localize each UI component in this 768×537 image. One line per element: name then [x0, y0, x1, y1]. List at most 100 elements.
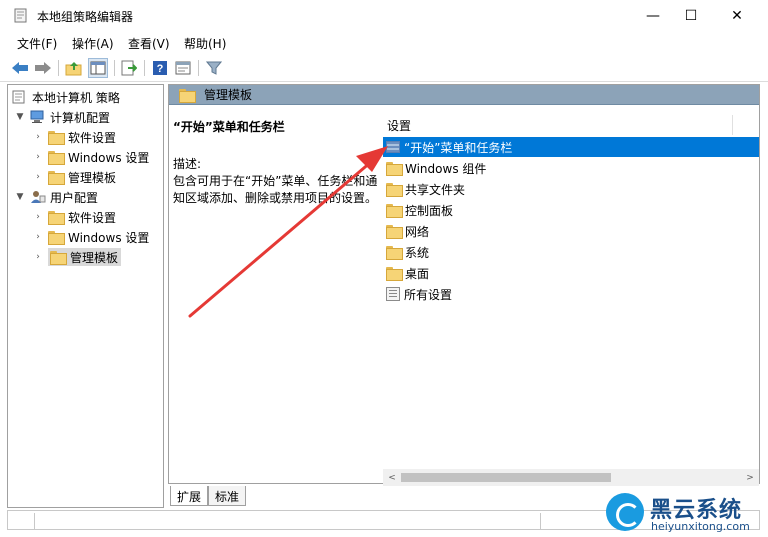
chevron-right-icon[interactable]: ›	[32, 171, 44, 183]
tree-item-uc-windows[interactable]: › Windows 设置	[32, 227, 149, 247]
tab-extended[interactable]: 扩展	[170, 486, 208, 506]
folder-icon	[386, 246, 403, 260]
user-icon	[31, 191, 46, 203]
scroll-left-icon[interactable]: <	[385, 471, 399, 484]
chevron-right-icon[interactable]: ›	[32, 131, 44, 143]
tree-item-label: 管理模板	[68, 170, 117, 185]
column-header-setting[interactable]: 设置	[381, 115, 751, 135]
back-arrow-icon[interactable]	[10, 58, 30, 78]
list-item-desktop[interactable]: 桌面	[383, 263, 759, 283]
tree-item-label: 本地计算机 策略	[32, 90, 120, 105]
list-item-label: 共享文件夹	[405, 182, 466, 197]
tree-selection-highlight: 管理模板	[48, 248, 122, 266]
toolbar-divider	[144, 60, 145, 76]
tree-item-user-config[interactable]: ▼ 用户配置	[14, 187, 98, 207]
toolbar-divider	[198, 60, 199, 76]
scrollbar-thumb[interactable]	[401, 473, 611, 482]
settings-page-icon	[386, 141, 400, 153]
toolbar: ?	[0, 54, 768, 82]
content-header-title: 管理模板	[204, 88, 253, 102]
list-item-shared-folders[interactable]: 共享文件夹	[383, 179, 759, 199]
chevron-right-icon[interactable]: ›	[32, 151, 44, 163]
description-title: “开始”菜单和任务栏	[173, 120, 285, 134]
list-item-label: Windows 组件	[405, 161, 487, 176]
description-pane: “开始”菜单和任务栏 描述: 包含可用于在“开始”菜单、任务栏和通知区域添加、删…	[173, 119, 378, 479]
list-item-system[interactable]: 系统	[383, 242, 759, 262]
folder-icon	[48, 151, 65, 165]
watermark-logo-icon	[606, 493, 644, 531]
forward-arrow-icon[interactable]	[33, 58, 53, 78]
maximize-button[interactable]: ☐	[668, 0, 714, 31]
list-item-control-panel[interactable]: 控制面板	[383, 200, 759, 220]
folder-icon	[386, 162, 403, 176]
status-divider	[34, 513, 35, 529]
window-title: 本地组策略编辑器	[37, 10, 134, 24]
chevron-right-icon[interactable]: ›	[32, 251, 44, 263]
tree-item-label: 软件设置	[68, 210, 117, 225]
properties-icon[interactable]	[173, 58, 193, 78]
policy-editor-app-icon	[14, 8, 27, 23]
all-settings-icon	[386, 287, 400, 301]
chevron-down-icon[interactable]: ▼	[14, 191, 26, 203]
list-item-start-menu[interactable]: “开始”菜单和任务栏	[383, 137, 759, 157]
policy-root-icon	[12, 90, 25, 104]
tree-item-cc-software[interactable]: › 软件设置	[32, 127, 116, 147]
tab-standard[interactable]: 标准	[208, 486, 246, 506]
up-folder-icon[interactable]	[64, 58, 84, 78]
computer-icon	[30, 110, 44, 123]
menu-view[interactable]: 查看(V)	[128, 35, 170, 52]
list-item-label: 网络	[405, 224, 430, 239]
tree-item-local-policy[interactable]: 本地计算机 策略	[12, 87, 120, 107]
menu-file[interactable]: 文件(F)	[17, 35, 57, 52]
tree-pane[interactable]: 本地计算机 策略 ▼ 计算机配置 › 软件设置 › Windows 设置 › 管…	[7, 84, 164, 508]
description-label: 描述:	[173, 157, 202, 171]
horizontal-scrollbar[interactable]: < >	[383, 469, 759, 486]
folder-icon	[48, 211, 65, 225]
tree-item-cc-admin[interactable]: › 管理模板	[32, 167, 116, 187]
toolbar-divider	[58, 60, 59, 76]
tree-item-label: 管理模板	[70, 250, 119, 265]
list-item-network[interactable]: 网络	[383, 221, 759, 241]
folder-icon	[48, 131, 65, 145]
tree-item-label: 用户配置	[50, 190, 99, 205]
svg-text:?: ?	[157, 63, 164, 75]
folder-icon	[386, 267, 403, 281]
folder-icon	[386, 225, 403, 239]
list-item-windows-components[interactable]: Windows 组件	[383, 158, 759, 178]
folder-icon	[386, 204, 403, 218]
chevron-right-icon[interactable]: ›	[32, 211, 44, 223]
help-icon[interactable]: ?	[150, 58, 170, 78]
tree-item-cc-windows[interactable]: › Windows 设置	[32, 147, 149, 167]
list-item-label: 控制面板	[405, 203, 454, 218]
list-item-label: 系统	[405, 245, 430, 260]
column-divider	[732, 115, 733, 135]
watermark: 黑云系统 heiyunxitong.com	[600, 488, 768, 537]
tree-item-label: 计算机配置	[50, 110, 111, 125]
menu-bar: 文件(F) 操作(A) 查看(V) 帮助(H)	[0, 32, 768, 54]
watermark-url: heiyunxitong.com	[651, 520, 750, 533]
tree-item-uc-software[interactable]: › 软件设置	[32, 207, 116, 227]
chevron-right-icon[interactable]: ›	[32, 231, 44, 243]
menu-help[interactable]: 帮助(H)	[184, 35, 226, 52]
show-hide-tree-icon[interactable]	[88, 58, 108, 78]
filter-icon[interactable]	[204, 58, 224, 78]
list-item-label: “开始”菜单和任务栏	[404, 140, 513, 155]
tree-item-label: 软件设置	[68, 130, 117, 145]
folder-icon	[50, 251, 67, 265]
settings-list[interactable]: 设置 “开始”菜单和任务栏 Windows 组件 共享文件夹 控制面板 网络 系…	[381, 111, 759, 483]
folder-icon	[48, 231, 65, 245]
menu-action[interactable]: 操作(A)	[72, 35, 114, 52]
export-list-icon[interactable]	[119, 58, 139, 78]
status-divider	[540, 513, 541, 529]
toolbar-divider	[114, 60, 115, 76]
title-bar: 本地组策略编辑器 — ☐ ✕	[0, 0, 768, 31]
chevron-down-icon[interactable]: ▼	[14, 111, 26, 123]
tree-item-label: Windows 设置	[68, 230, 150, 245]
scroll-right-icon[interactable]: >	[743, 471, 757, 484]
close-button[interactable]: ✕	[714, 0, 760, 31]
folder-icon	[48, 171, 65, 185]
list-item-all-settings[interactable]: 所有设置	[383, 284, 759, 304]
tree-item-computer-config[interactable]: ▼ 计算机配置	[14, 107, 110, 127]
tree-item-uc-admin[interactable]: › 管理模板	[32, 247, 122, 267]
folder-icon	[386, 183, 403, 197]
